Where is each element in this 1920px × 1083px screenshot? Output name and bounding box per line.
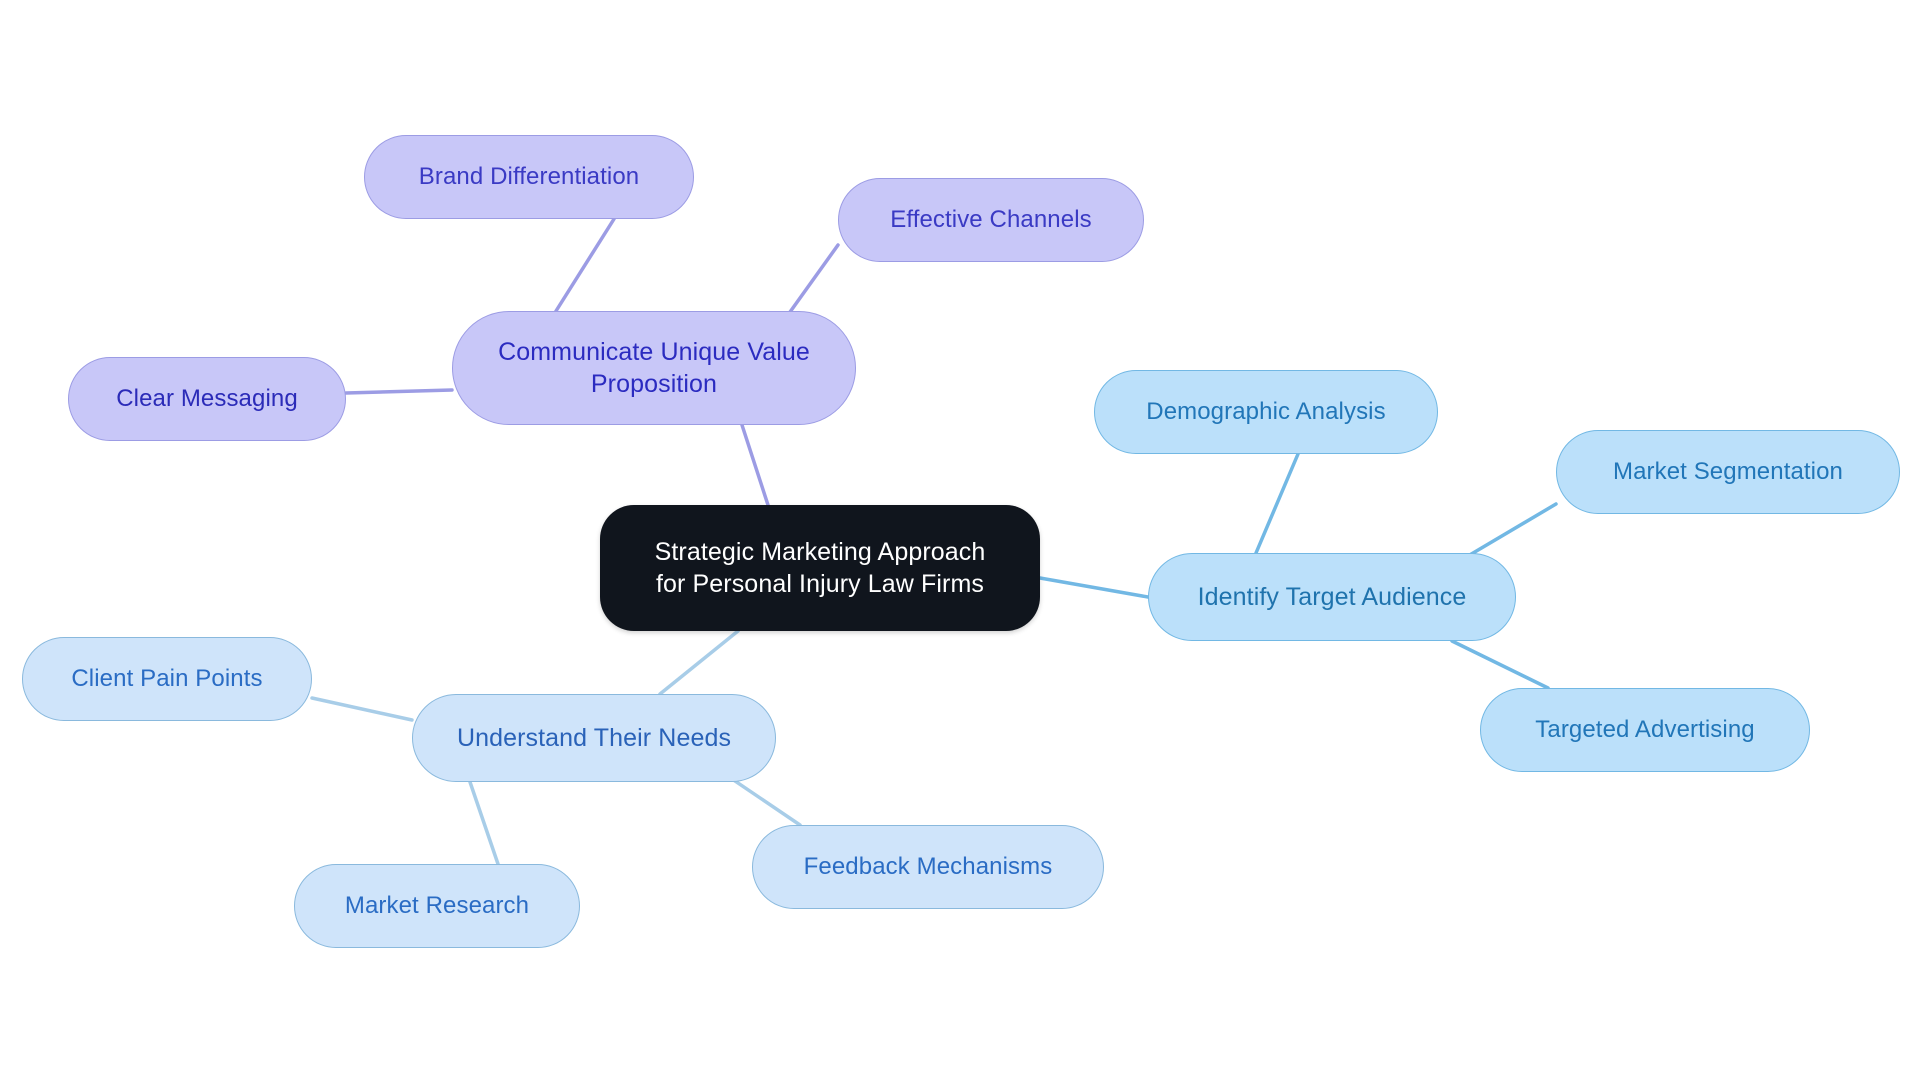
leaf-market-segmentation-label: Market Segmentation xyxy=(1612,457,1844,485)
branch-understand-their-needs[interactable]: Understand Their Needs xyxy=(412,694,776,782)
leaf-brand-differentiation-label: Brand Differentiation xyxy=(418,162,640,190)
branch-understand-their-needs-label: Understand Their Needs xyxy=(456,724,732,752)
edge-root-to-communicate xyxy=(740,423,770,507)
branch-identify-target-audience-label: Identify Target Audience xyxy=(1197,583,1467,611)
edge-identify-to-demographic xyxy=(1254,452,1300,555)
edge-root-to-understand xyxy=(658,629,740,696)
edge-communicate-to-brand xyxy=(554,217,616,313)
edge-communicate-to-channels xyxy=(788,243,840,314)
leaf-feedback-mechanisms-label: Feedback Mechanisms xyxy=(803,852,1053,880)
branch-communicate-unique-value-proposition-label: Communicate Unique Value Proposition xyxy=(498,338,810,398)
edge-root-to-identify xyxy=(1038,576,1150,599)
root-label: Strategic Marketing Approach for Persona… xyxy=(654,538,986,598)
edge-communicate-to-messaging xyxy=(344,388,454,395)
branch-identify-target-audience[interactable]: Identify Target Audience xyxy=(1148,553,1516,641)
leaf-demographic-analysis-label: Demographic Analysis xyxy=(1146,397,1386,425)
leaf-demographic-analysis[interactable]: Demographic Analysis xyxy=(1094,370,1438,454)
root[interactable]: Strategic Marketing Approach for Persona… xyxy=(600,505,1040,631)
leaf-market-segmentation[interactable]: Market Segmentation xyxy=(1556,430,1900,514)
leaf-clear-messaging[interactable]: Clear Messaging xyxy=(68,357,346,441)
edge-understand-to-research xyxy=(468,780,500,866)
mindmap-canvas: Strategic Marketing Approach for Persona… xyxy=(0,0,1920,1083)
leaf-client-pain-points-label: Client Pain Points xyxy=(71,664,263,692)
edge-identify-to-segmentation xyxy=(1466,502,1558,558)
leaf-market-research[interactable]: Market Research xyxy=(294,864,580,948)
leaf-targeted-advertising-label: Targeted Advertising xyxy=(1535,715,1755,743)
leaf-effective-channels[interactable]: Effective Channels xyxy=(838,178,1144,262)
leaf-effective-channels-label: Effective Channels xyxy=(890,205,1092,233)
leaf-brand-differentiation[interactable]: Brand Differentiation xyxy=(364,135,694,219)
leaf-clear-messaging-label: Clear Messaging xyxy=(116,384,298,412)
edge-identify-to-advertising xyxy=(1450,639,1550,690)
branch-communicate-unique-value-proposition[interactable]: Communicate Unique Value Proposition xyxy=(452,311,856,425)
leaf-feedback-mechanisms[interactable]: Feedback Mechanisms xyxy=(752,825,1104,909)
leaf-market-research-label: Market Research xyxy=(344,891,530,919)
leaf-client-pain-points[interactable]: Client Pain Points xyxy=(22,637,312,721)
leaf-targeted-advertising[interactable]: Targeted Advertising xyxy=(1480,688,1810,772)
edge-understand-to-painpoints xyxy=(310,696,414,722)
